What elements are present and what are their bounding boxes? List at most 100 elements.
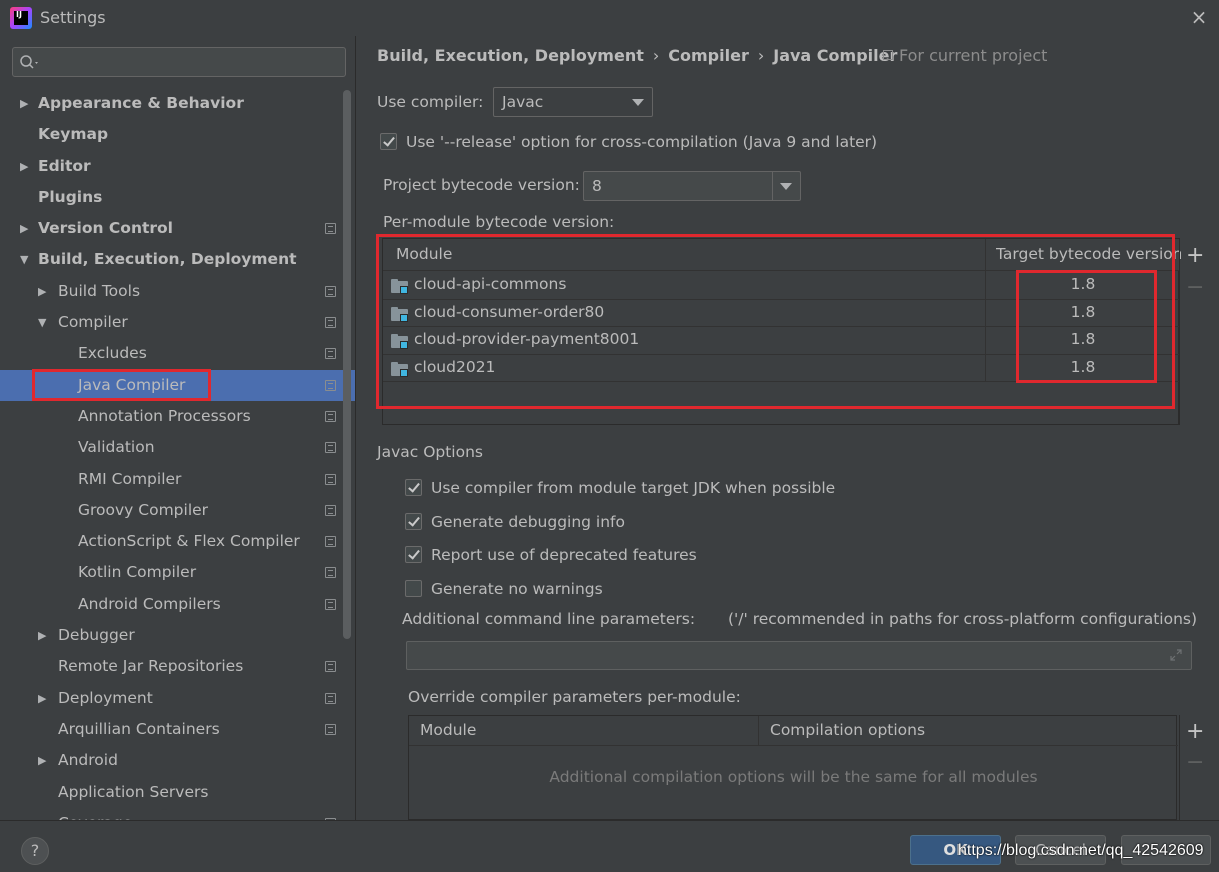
sidebar-item-label: Remote Jar Repositories (58, 657, 244, 676)
additional-params-input[interactable] (406, 641, 1192, 670)
sidebar-item-label: Deployment (58, 688, 153, 707)
sidebar-item[interactable]: Coverage (0, 808, 355, 820)
add-icon[interactable]: + (1186, 245, 1204, 267)
sidebar-item-label: Android (58, 751, 118, 770)
column-header-compilation-options[interactable]: Compilation options (770, 721, 925, 739)
remove-icon: − (1186, 275, 1205, 300)
generate-debug-info-checkbox[interactable] (405, 513, 422, 530)
project-scope-icon (325, 379, 336, 391)
sidebar-item[interactable]: Arquillian Containers (0, 714, 355, 745)
sidebar-item[interactable]: Groovy Compiler (0, 495, 355, 526)
checkbox-label: Generate debugging info (431, 513, 625, 531)
sidebar-item-label: Version Control (38, 219, 173, 238)
expanded-arrow-icon[interactable]: ▼ (38, 307, 46, 338)
breadcrumb-item: Java Compiler (773, 46, 898, 65)
main-panel: Build, Execution, Deployment › Compiler › Ja… (357, 36, 1219, 820)
sidebar-item[interactable]: Keymap (0, 119, 355, 150)
sidebar-item[interactable]: Android Compilers (0, 589, 355, 620)
project-scope-icon (325, 661, 336, 673)
sidebar-item-label: Debugger (58, 626, 135, 645)
sidebar-scrollbar[interactable] (343, 90, 351, 639)
breadcrumb-item[interactable]: Build, Execution, Deployment (377, 46, 644, 65)
sidebar-item[interactable]: Excludes (0, 338, 355, 369)
empty-table-text: Additional compilation options will be t… (549, 768, 1038, 786)
sidebar-item[interactable]: Kotlin Compiler (0, 557, 355, 588)
sidebar-item[interactable]: ActionScript & Flex Compiler (0, 526, 355, 557)
sidebar-item[interactable]: Validation (0, 432, 355, 463)
sidebar-item[interactable]: ▶ Deployment (0, 683, 355, 714)
sidebar-item[interactable]: ▶ Debugger (0, 620, 355, 651)
additional-params-hint: ('/' recommended in paths for cross-plat… (728, 610, 1198, 628)
project-scope-icon (325, 473, 336, 485)
project-scope-icon (325, 348, 336, 360)
javac-options-title: Javac Options (377, 443, 483, 461)
use-compiler-value: Javac (502, 93, 544, 111)
use-module-jdk-checkbox[interactable] (405, 479, 422, 496)
project-scope-icon (325, 692, 336, 704)
sidebar-item-label: Compiler (58, 313, 128, 332)
project-scope-icon (325, 317, 336, 329)
collapsed-arrow-icon[interactable]: ▶ (38, 745, 46, 776)
sidebar-item[interactable]: ▶ Appearance & Behavior (0, 88, 355, 119)
watermark-text: https://blog.csdn.net/qq_42542609 (958, 842, 1204, 859)
breadcrumb-separator: › (757, 46, 765, 65)
use-compiler-dropdown[interactable]: Javac (493, 87, 653, 117)
sidebar-item[interactable]: ▶ Version Control (0, 213, 355, 244)
sidebar-item-label: Plugins (38, 187, 103, 206)
scope-label: For current project (899, 46, 1048, 65)
project-scope-icon (325, 442, 336, 454)
highlight-box-versions (1016, 270, 1157, 383)
title-bar: IJ Settings × (0, 0, 1219, 36)
project-scope-icon (325, 598, 336, 610)
sidebar-item-label: Kotlin Compiler (78, 563, 197, 582)
window-title: Settings (40, 8, 106, 27)
expand-icon[interactable] (1169, 648, 1183, 662)
sidebar-item-label: Validation (78, 438, 155, 457)
sidebar-item[interactable]: Application Servers (0, 777, 355, 808)
project-bytecode-value: 8 (592, 177, 602, 195)
settings-tree: ▶ Appearance & Behavior Keymap ▶ Editor Plugi… (0, 88, 355, 820)
sidebar-item[interactable]: ▼ Build, Execution, Deployment (0, 244, 355, 275)
sidebar-item-label: Excludes (78, 344, 147, 363)
collapsed-arrow-icon[interactable]: ▶ (20, 213, 28, 244)
checkbox-label: Use compiler from module target JDK when… (431, 479, 836, 497)
settings-sidebar: ▶ Appearance & Behavior Keymap ▶ Editor Plugi… (0, 36, 356, 820)
expanded-arrow-icon[interactable]: ▼ (20, 244, 28, 275)
generate-no-warnings-checkbox[interactable] (405, 580, 422, 597)
collapsed-arrow-icon[interactable]: ▶ (20, 88, 28, 119)
sidebar-item[interactable]: RMI Compiler (0, 464, 355, 495)
additional-params-label: Additional command line parameters: (402, 610, 696, 628)
override-table-toolbar: + − (1179, 715, 1209, 820)
report-deprecated-checkbox[interactable] (405, 546, 422, 563)
sidebar-item[interactable]: Plugins (0, 182, 355, 213)
collapsed-arrow-icon[interactable]: ▶ (20, 151, 28, 182)
breadcrumb-item[interactable]: Compiler (668, 46, 749, 65)
sidebar-item[interactable]: ▶ Android (0, 745, 355, 776)
close-icon[interactable]: × (1189, 7, 1209, 28)
release-option-checkbox[interactable] (380, 133, 397, 150)
intellij-logo-icon: IJ (10, 7, 32, 29)
chevron-down-icon[interactable] (780, 183, 792, 190)
sidebar-item-label: Annotation Processors (78, 406, 251, 425)
project-bytecode-combo[interactable]: 8 (583, 171, 801, 201)
sidebar-item-label: ActionScript & Flex Compiler (78, 532, 300, 551)
project-scope-icon (325, 504, 336, 516)
sidebar-item-label: Build, Execution, Deployment (38, 250, 297, 269)
sidebar-item-label: Editor (38, 156, 91, 175)
add-icon[interactable]: + (1186, 721, 1204, 743)
search-box[interactable] (12, 47, 346, 77)
sidebar-item-label: RMI Compiler (78, 469, 182, 488)
sidebar-item[interactable]: Annotation Processors (0, 401, 355, 432)
collapsed-arrow-icon[interactable]: ▶ (38, 683, 46, 714)
sidebar-item[interactable]: ▶ Build Tools (0, 276, 355, 307)
sidebar-item[interactable]: ▶ Editor (0, 151, 355, 182)
use-compiler-label: Use compiler: (377, 93, 484, 111)
collapsed-arrow-icon[interactable]: ▶ (38, 620, 46, 651)
override-label: Override compiler parameters per-module: (408, 688, 741, 706)
sidebar-item[interactable]: ▼ Compiler (0, 307, 355, 338)
sidebar-item[interactable]: Remote Jar Repositories (0, 651, 355, 682)
help-button[interactable]: ? (21, 837, 49, 865)
search-input[interactable] (49, 52, 339, 72)
collapsed-arrow-icon[interactable]: ▶ (38, 276, 46, 307)
column-header-module[interactable]: Module (420, 721, 476, 739)
